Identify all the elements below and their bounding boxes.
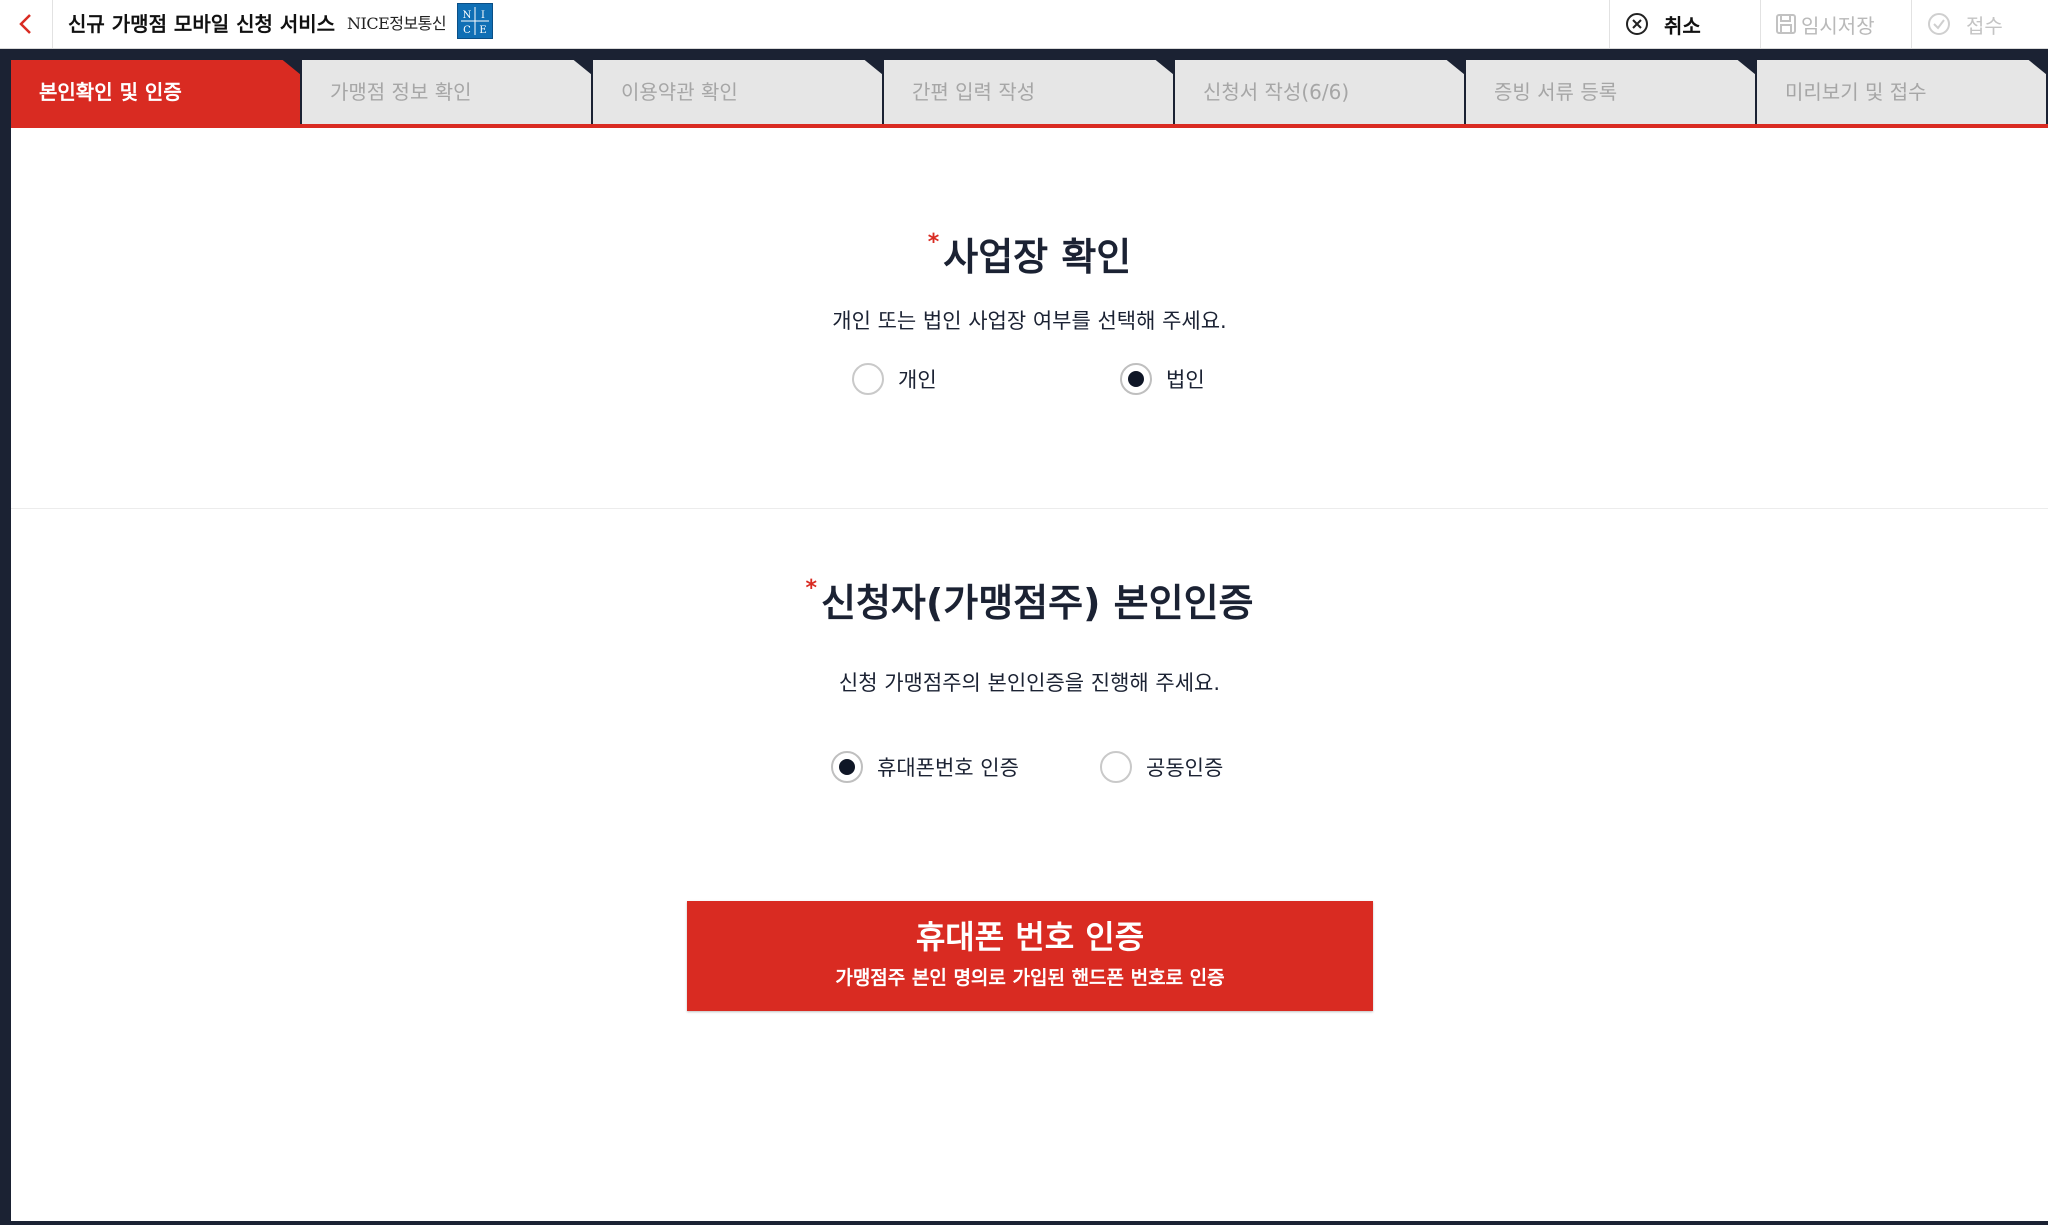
close-circle-icon <box>1626 13 1648 35</box>
cancel-label: 취소 <box>1664 13 1701 38</box>
step-tab-preview-submit[interactable]: 미리보기 및 접수 <box>1757 60 2046 124</box>
step-tab-store-info[interactable]: 가맹점 정보 확인 <box>302 60 591 124</box>
app-title: 신규 가맹점 모바일 신청 서비스 <box>68 12 336 36</box>
svg-text:E: E <box>479 25 486 36</box>
phone-auth-button-subtitle: 가맹점주 본인 명의로 가입된 핸드폰 번호로 인증 <box>835 967 1225 989</box>
auth-section-description: 신청 가맹점주의 본인인증을 진행해 주세요. <box>838 671 1221 695</box>
required-mark: * <box>805 576 817 601</box>
back-button[interactable] <box>0 0 53 48</box>
section-divider <box>11 508 2048 509</box>
submit-button[interactable]: 접수 <box>1911 0 2048 48</box>
business-title-text: 사업장 확인 <box>943 235 1132 279</box>
radio-label-corporate: 법인 <box>1166 368 1205 392</box>
radio-circle <box>1100 751 1132 783</box>
phone-auth-button[interactable]: 휴대폰 번호 인증 가맹점주 본인 명의로 가입된 핸드폰 번호로 인증 <box>687 901 1373 1011</box>
radio-individual[interactable]: 개인 <box>852 363 937 395</box>
business-section-description: 개인 또는 법인 사업장 여부를 선택해 주세요. <box>832 309 1227 333</box>
svg-text:N: N <box>463 10 472 21</box>
radio-label-phone-auth: 휴대폰번호 인증 <box>877 756 1019 780</box>
check-circle-icon <box>1928 13 1950 35</box>
radio-circle-selected <box>1120 363 1152 395</box>
chevron-left-icon <box>19 14 31 34</box>
radio-corporate[interactable]: 법인 <box>1120 363 1205 395</box>
step-tab-documents[interactable]: 증빙 서류 등록 <box>1466 60 1755 124</box>
radio-label-individual: 개인 <box>898 368 937 392</box>
radio-phone-auth[interactable]: 휴대폰번호 인증 <box>831 751 1019 783</box>
radio-joint-certificate[interactable]: 공동인증 <box>1100 751 1223 783</box>
phone-auth-button-title: 휴대폰 번호 인증 <box>915 918 1145 956</box>
cancel-button[interactable]: 취소 <box>1609 0 1760 48</box>
step-tab-terms[interactable]: 이용약관 확인 <box>593 60 882 124</box>
temp-save-button[interactable]: 임시저장 <box>1760 0 1911 48</box>
radio-circle-selected <box>831 751 863 783</box>
submit-label: 접수 <box>1966 13 2003 38</box>
auth-section-title: * 신청자(가맹점주) 본인인증 <box>11 572 2048 627</box>
step-tab-identity[interactable]: 본인확인 및 인증 <box>11 60 300 124</box>
radio-label-joint-certificate: 공동인증 <box>1146 756 1224 780</box>
top-bar: 신규 가맹점 모바일 신청 서비스 NICE정보통신 N I C E 취소 임시… <box>0 0 2048 49</box>
step-tab-quick-input[interactable]: 간편 입력 작성 <box>884 60 1173 124</box>
nice-logo: N I C E <box>457 3 493 39</box>
auth-title-text: 신청자(가맹점주) 본인인증 <box>820 581 1254 625</box>
step-tab-application[interactable]: 신청서 작성(6/6) <box>1175 60 1464 124</box>
step-tabs: 본인확인 및 인증 가맹점 정보 확인 이용약관 확인 간편 입력 작성 신청서… <box>11 60 2048 126</box>
required-mark: * <box>927 230 940 255</box>
main-content: * 사업장 확인 개인 또는 법인 사업장 여부를 선택해 주세요. 개인 법인 … <box>11 128 2048 1221</box>
svg-text:I: I <box>481 10 485 21</box>
save-icon <box>1776 14 1796 34</box>
temp-save-label: 임시저장 <box>1801 13 1875 38</box>
radio-circle <box>852 363 884 395</box>
business-section-title: * 사업장 확인 <box>11 226 2048 281</box>
svg-text:C: C <box>463 25 471 36</box>
brand-name: NICE정보통신 <box>347 14 447 33</box>
